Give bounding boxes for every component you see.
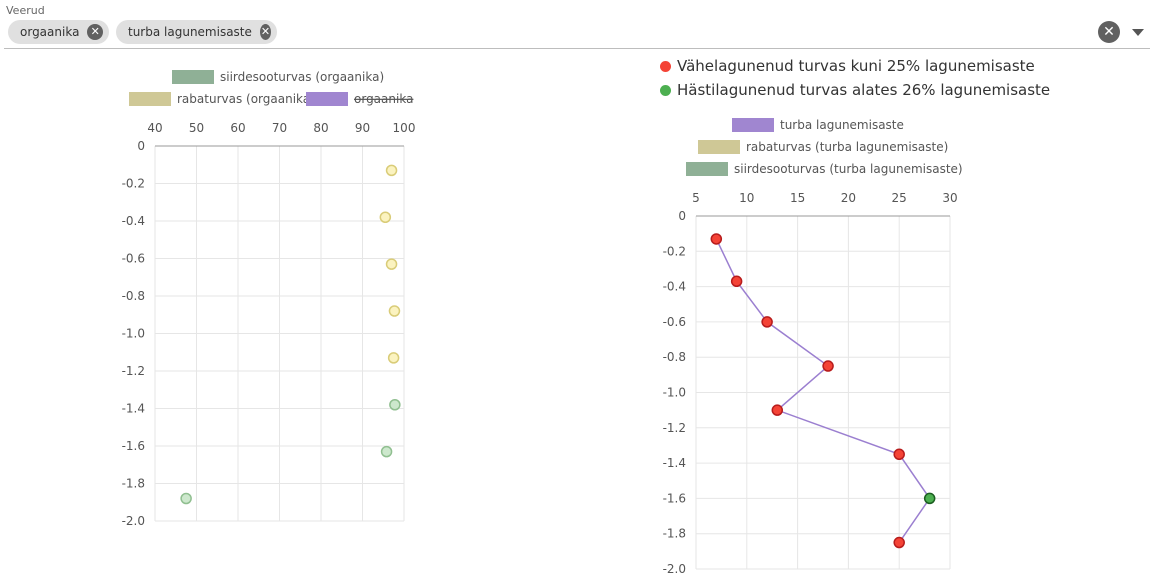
y-tick-label: -1.4 — [663, 456, 686, 470]
legend-label[interactable]: rabaturvas (orgaanika) — [177, 92, 315, 106]
y-tick-label: -0.8 — [122, 289, 145, 303]
y-tick-label: 0 — [678, 209, 686, 223]
legend-label[interactable]: turba lagunemisaste — [780, 118, 904, 132]
x-tick-label: 100 — [393, 121, 416, 135]
y-tick-label: -0.6 — [122, 252, 145, 266]
scatter-point[interactable] — [389, 399, 401, 411]
scatter-point[interactable] — [379, 211, 392, 223]
x-tick-label: 60 — [230, 121, 245, 135]
x-tick-label: 50 — [189, 121, 204, 135]
legend-label[interactable]: rabaturvas (turba lagunemisaste) — [746, 140, 948, 154]
scatter-point[interactable] — [380, 445, 393, 458]
decomposition-line-chart: 5 10 15 20 25 30 0 -0.2 -0.4 -0.6 -0.8 -1.0 -1.2 -1.4… — [663, 118, 963, 576]
y-tick-label: -1.4 — [122, 402, 145, 416]
x-tick-label: 70 — [272, 121, 287, 135]
line-point[interactable] — [893, 536, 905, 549]
y-tick-label: -0.2 — [663, 244, 686, 258]
organics-scatter-chart: 40 50 60 70 80 90 100 0 -0.2 -0.4 -0.6 -0.8 -1.0 -1.2… — [122, 70, 416, 528]
legend-swatch[interactable] — [306, 92, 348, 106]
y-tick-label: -2.0 — [122, 514, 145, 528]
scatter-point[interactable] — [385, 258, 398, 270]
x-tick-label: 5 — [692, 191, 700, 205]
legend-label[interactable]: siirdesooturvas (turba lagunemisaste) — [734, 162, 963, 176]
legend-swatch[interactable] — [686, 162, 728, 176]
y-tick-label: -1.6 — [122, 439, 145, 453]
legend-label[interactable]: siirdesooturvas (orgaanika) — [220, 70, 384, 84]
scatter-point[interactable] — [180, 492, 192, 505]
legend-swatch[interactable] — [698, 140, 740, 154]
x-tick-label: 20 — [841, 191, 856, 205]
y-tick-label: -1.6 — [663, 491, 686, 505]
y-tick-label: 0 — [137, 139, 145, 153]
x-tick-label: 25 — [892, 191, 907, 205]
x-tick-label: 10 — [739, 191, 754, 205]
series-line — [715, 238, 931, 543]
y-tick-label: -0.2 — [122, 177, 145, 191]
scatter-point[interactable] — [388, 305, 401, 317]
legend-swatch[interactable] — [732, 118, 774, 132]
y-tick-label: -0.4 — [122, 214, 145, 228]
y-tick-label: -0.8 — [663, 350, 686, 364]
legend-swatch[interactable] — [172, 70, 214, 84]
x-tick-label: 30 — [942, 191, 957, 205]
y-tick-label: -1.8 — [122, 477, 145, 491]
x-tick-label: 40 — [147, 121, 162, 135]
line-point[interactable] — [761, 316, 773, 328]
line-point[interactable] — [893, 448, 905, 461]
line-point[interactable] — [710, 233, 723, 245]
scatter-point[interactable] — [387, 352, 400, 364]
x-tick-label: 80 — [313, 121, 328, 135]
y-tick-label: -1.0 — [663, 386, 686, 400]
y-tick-label: -0.4 — [663, 280, 686, 294]
line-point[interactable] — [771, 404, 784, 416]
legend-swatch[interactable] — [129, 92, 171, 106]
line-point[interactable] — [923, 492, 936, 505]
y-tick-label: -1.2 — [122, 364, 145, 378]
y-tick-label: -1.8 — [663, 527, 686, 541]
legend-label[interactable]: orgaanika — [354, 92, 413, 106]
y-tick-label: -2.0 — [663, 562, 686, 576]
scatter-point[interactable] — [385, 164, 398, 177]
line-point[interactable] — [822, 360, 834, 372]
x-tick-label: 90 — [355, 121, 370, 135]
x-tick-label: 15 — [790, 191, 805, 205]
y-tick-label: -1.0 — [122, 327, 145, 341]
y-tick-label: -1.2 — [663, 421, 686, 435]
line-point[interactable] — [730, 275, 743, 288]
y-tick-label: -0.6 — [663, 315, 686, 329]
